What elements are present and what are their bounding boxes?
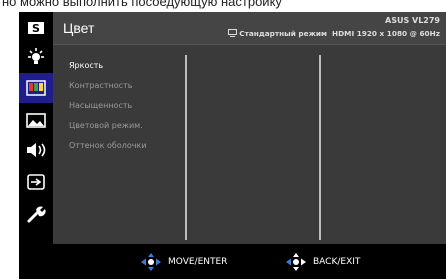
osd-header: Цвет ASUS VL279 Стандартный режим HDMI 1… <box>53 12 446 45</box>
joystick-icon <box>286 253 306 271</box>
splendid-s-icon: S <box>28 22 44 35</box>
move-enter-label: MOVE/ENTER <box>168 257 228 267</box>
image-icon <box>26 113 46 128</box>
input-select-icon <box>27 174 45 190</box>
osd-menu: S Цвет ASUS VL279 Стандартный режим HDMI… <box>19 12 446 279</box>
svg-text:S: S <box>32 22 40 35</box>
menu-item-saturation[interactable]: Насыщенность <box>69 96 147 116</box>
sound-icon <box>27 143 46 157</box>
color-submenu: Яркость Контрастность Насыщенность Цвето… <box>69 56 147 156</box>
sidebar-item-bluelight[interactable] <box>19 43 53 73</box>
background-document-text: но можно выполнить посоедующую настройку <box>0 0 446 12</box>
bluelight-filter-icon <box>28 48 44 64</box>
menu-item-skin-tone[interactable]: Оттенок оболочки <box>69 136 147 156</box>
osd-footer: MOVE/ENTER BACK/EXIT <box>53 244 446 279</box>
signal-info: HDMI 1920 x 1080 @ 60Hz <box>332 29 440 38</box>
wrench-icon <box>27 206 46 223</box>
sidebar-item-splendid[interactable]: S <box>19 14 53 44</box>
model-name: ASUS VL279 <box>385 16 440 25</box>
status-line: Стандартный режим HDMI 1920 x 1080 @ 60H… <box>227 29 440 38</box>
background-text: но можно выполнить посоедующую настройку <box>2 0 282 9</box>
color-bars-icon <box>26 80 46 96</box>
sidebar-item-input[interactable] <box>19 167 53 197</box>
osd-main-panel: Цвет ASUS VL279 Стандартный режим HDMI 1… <box>53 12 446 244</box>
sidebar-item-sound[interactable] <box>19 135 53 165</box>
current-mode: Стандартный режим <box>239 29 327 38</box>
back-exit-label: BACK/EXIT <box>313 257 361 267</box>
joystick-icon <box>141 253 161 271</box>
column-divider <box>319 55 321 240</box>
column-divider <box>185 55 187 240</box>
osd-sidebar: S <box>19 12 53 279</box>
sidebar-item-image[interactable] <box>19 105 53 135</box>
menu-item-brightness[interactable]: Яркость <box>69 56 147 76</box>
menu-item-color-temp[interactable]: Цветовой режим. <box>69 116 147 136</box>
sidebar-item-system[interactable] <box>19 199 53 229</box>
monitor-icon <box>227 29 237 37</box>
sidebar-item-color[interactable] <box>19 73 53 103</box>
menu-item-contrast[interactable]: Контрастность <box>69 76 147 96</box>
page-title: Цвет <box>63 20 95 36</box>
